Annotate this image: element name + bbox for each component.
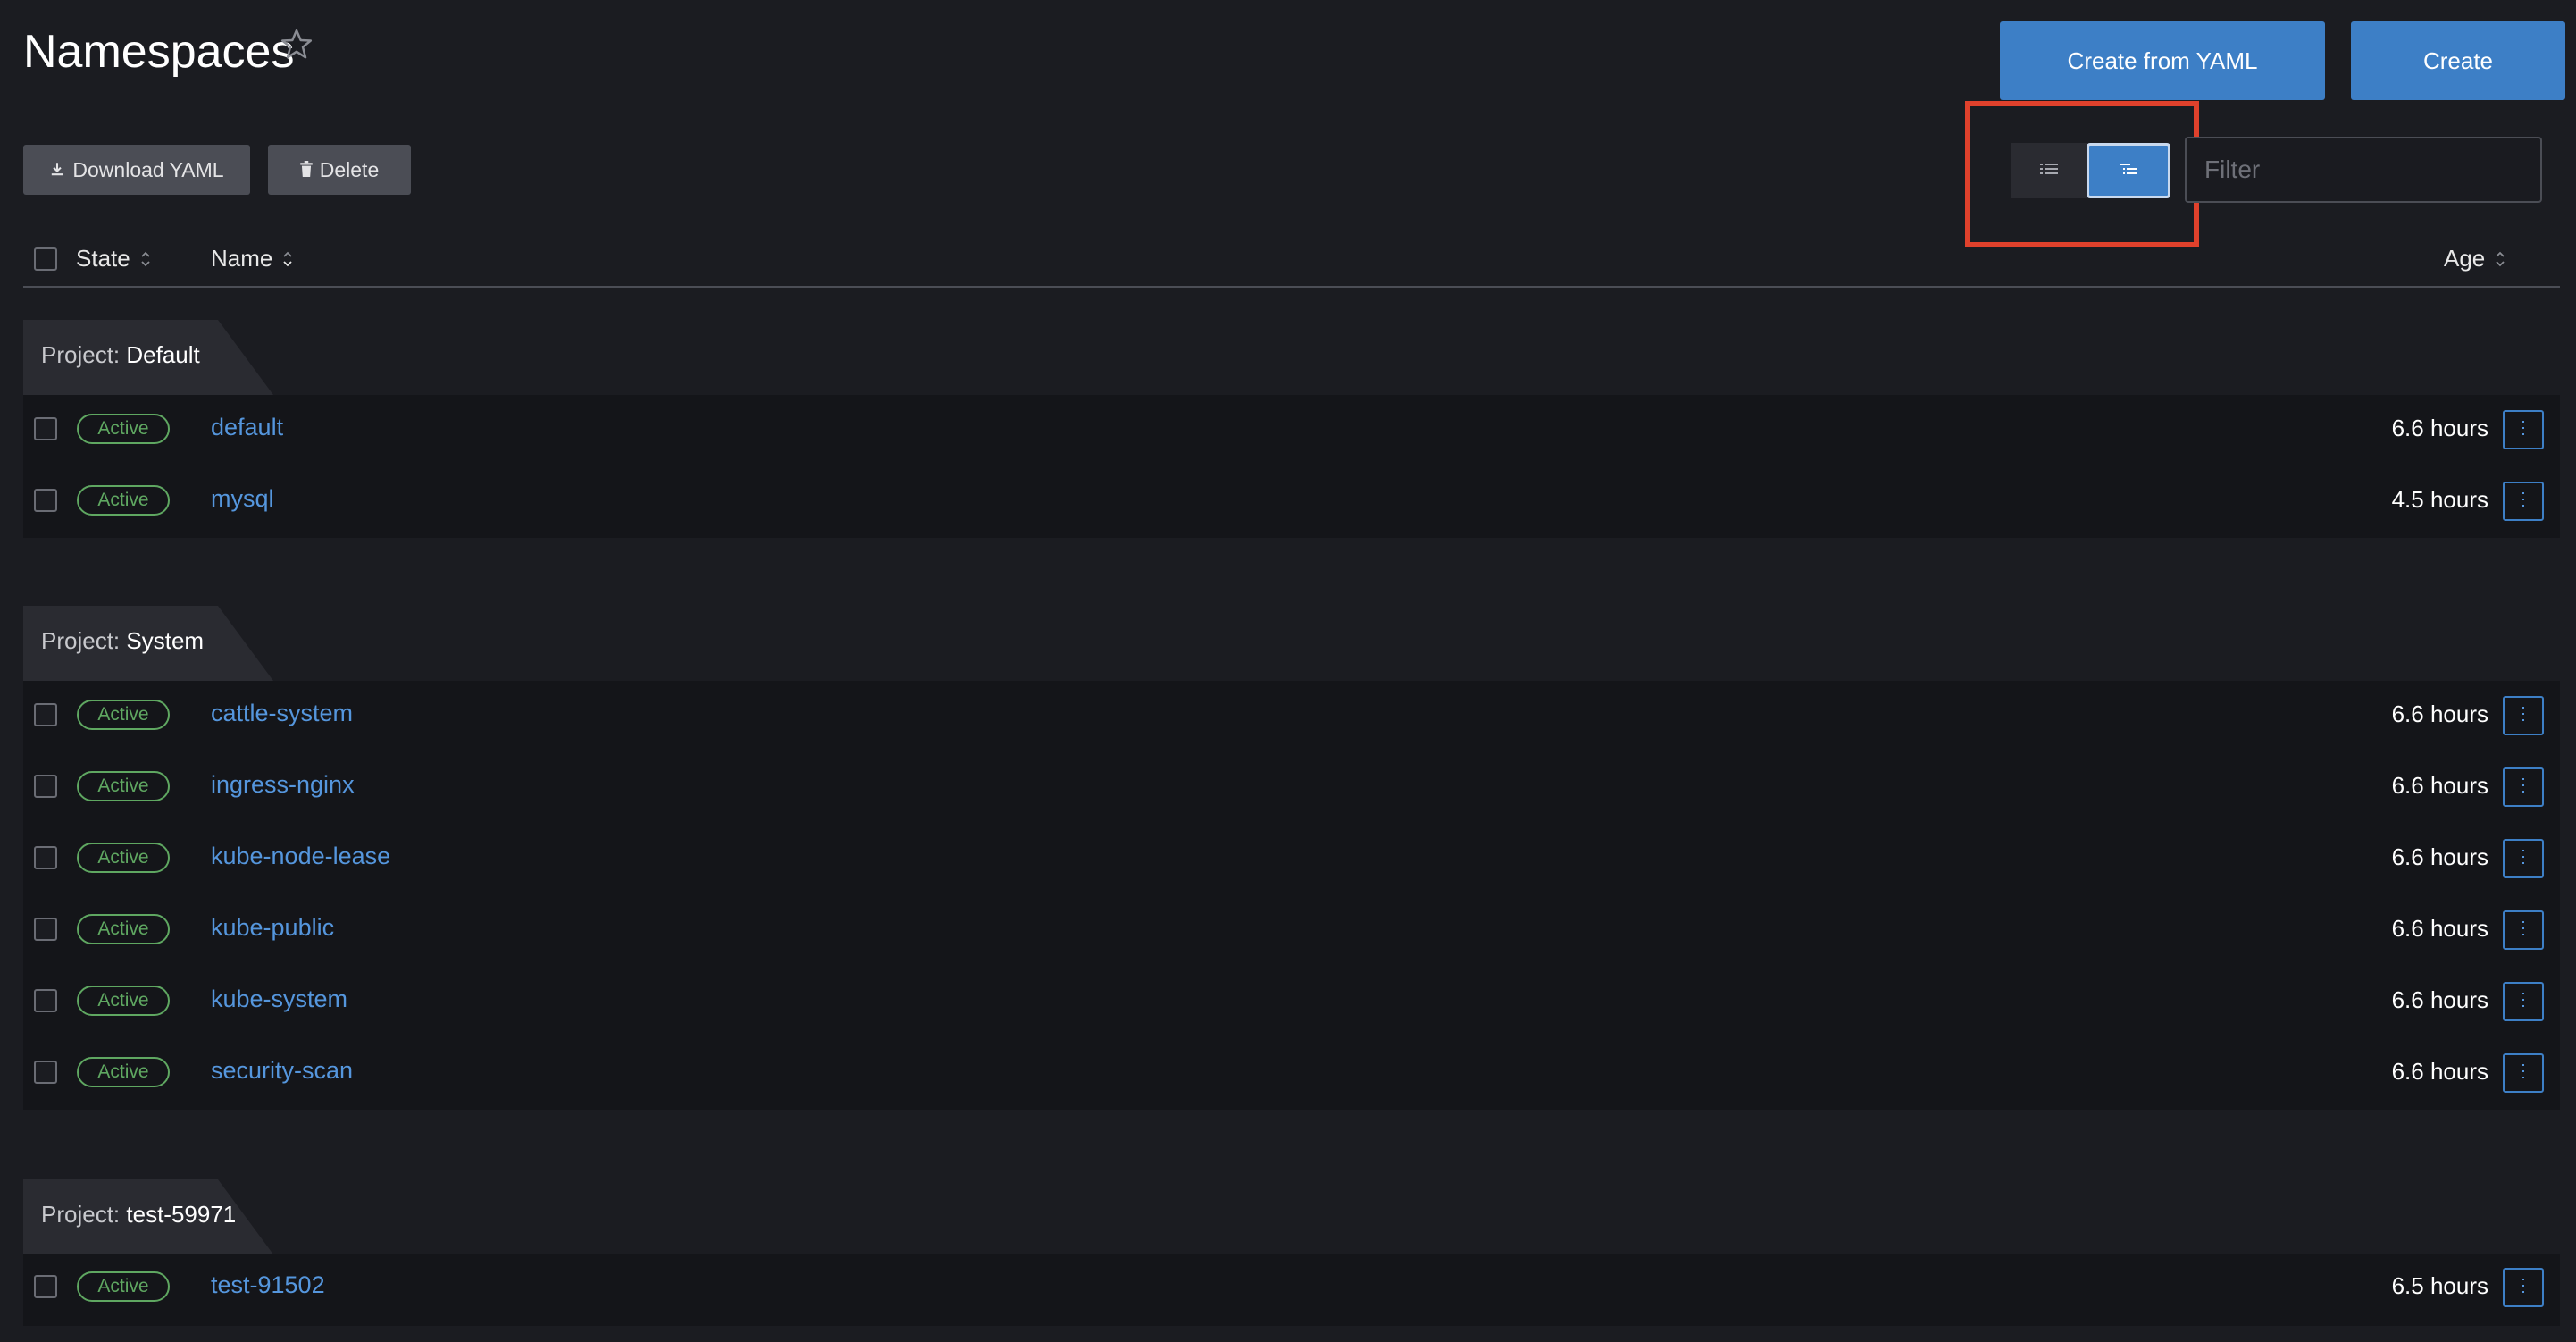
create-from-yaml-button[interactable]: Create from YAML [2000,21,2325,100]
table-row: Active kube-node-lease 6.6 hours [23,823,2560,894]
download-yaml-label: Download YAML [72,157,224,181]
kebab-icon [2522,992,2525,1012]
table-header-divider [23,286,2560,288]
row-checkbox[interactable] [34,918,57,941]
namespace-link[interactable]: kube-node-lease [211,843,390,870]
age-column-label: Age [2444,245,2486,272]
age-value: 6.6 hours [2391,986,2488,1013]
star-icon[interactable] [279,27,314,63]
trash-icon [300,158,313,182]
group-name: Default [126,341,200,368]
row-checkbox[interactable] [34,989,57,1012]
status-badge: Active [77,485,170,516]
age-value: 6.6 hours [2391,1058,2488,1085]
grouped-list-view-button[interactable] [2087,143,2170,198]
table-row: Active cattle-system 6.6 hours [23,680,2560,751]
group-header-default: Project: Default [23,320,273,395]
row-actions-button[interactable] [2503,696,2544,735]
age-column-header[interactable]: Age [2444,245,2506,273]
kebab-icon [2522,920,2525,941]
kebab-icon [2522,1063,2525,1084]
group-header-test-59971: Project: test-59971 [23,1179,273,1254]
table-row: Active mysql 4.5 hours [23,466,2560,537]
row-actions-button[interactable] [2503,839,2544,878]
download-icon [49,158,65,182]
filter-input[interactable] [2185,137,2542,203]
group-prefix: Project: [41,1201,121,1228]
table-row: Active kube-public 6.6 hours [23,894,2560,966]
status-badge: Active [77,771,170,801]
flat-list-icon [2040,162,2058,180]
row-checkbox[interactable] [34,417,57,440]
row-checkbox[interactable] [34,1061,57,1084]
view-mode-toggle [2011,143,2170,198]
kebab-icon [2522,849,2525,869]
sort-icon [2494,249,2506,269]
row-checkbox[interactable] [34,489,57,512]
grouped-list-icon [2120,162,2137,180]
table-row: Active ingress-nginx 6.6 hours [23,751,2560,823]
row-actions-button[interactable] [2503,910,2544,950]
status-badge: Active [77,1057,170,1087]
group-prefix: Project: [41,627,121,654]
namespace-link[interactable]: kube-system [211,986,347,1013]
row-checkbox[interactable] [34,1275,57,1298]
age-value: 6.6 hours [2391,915,2488,942]
row-actions-button[interactable] [2503,1053,2544,1093]
name-column-header[interactable]: Name [211,245,294,273]
table-row: Active default 6.6 hours [23,394,2560,466]
name-column-label: Name [211,245,273,272]
kebab-icon [2522,420,2525,440]
row-actions-button[interactable] [2503,1268,2544,1307]
row-checkbox[interactable] [34,775,57,798]
age-value: 6.5 hours [2391,1272,2488,1299]
flat-list-view-button[interactable] [2011,143,2087,198]
state-column-header[interactable]: State [76,245,152,273]
delete-button[interactable]: Delete [268,145,411,195]
row-checkbox[interactable] [34,703,57,726]
select-all-checkbox[interactable] [34,247,57,271]
status-badge: Active [77,914,170,944]
age-value: 6.6 hours [2391,772,2488,799]
status-badge: Active [77,1271,170,1302]
group-prefix: Project: [41,341,121,368]
namespace-link[interactable]: cattle-system [211,700,353,727]
row-actions-button[interactable] [2503,982,2544,1021]
row-checkbox[interactable] [34,846,57,869]
kebab-icon [2522,491,2525,512]
age-value: 6.6 hours [2391,700,2488,727]
delete-label: Delete [319,157,380,181]
create-button[interactable]: Create [2351,21,2565,100]
namespace-link[interactable]: test-91502 [211,1271,325,1299]
group-header-system: Project: System [23,606,273,681]
status-badge: Active [77,986,170,1016]
namespace-link[interactable]: mysql [211,485,274,513]
namespace-link[interactable]: ingress-nginx [211,771,355,799]
table-row: Active test-91502 6.5 hours [23,1252,2560,1323]
table-row: Active security-scan 6.6 hours [23,1037,2560,1109]
kebab-icon [2522,1278,2525,1298]
kebab-icon [2522,706,2525,726]
page-title: Namespaces [23,26,295,78]
state-column-label: State [76,245,130,272]
sort-icon [139,249,152,269]
age-value: 4.5 hours [2391,486,2488,513]
status-badge: Active [77,700,170,730]
table-row: Active kube-system 6.6 hours [23,966,2560,1037]
download-yaml-button[interactable]: Download YAML [23,145,250,195]
age-value: 6.6 hours [2391,415,2488,441]
kebab-icon [2522,777,2525,798]
group-name: test-59971 [126,1201,237,1228]
age-value: 6.6 hours [2391,843,2488,870]
row-actions-button[interactable] [2503,767,2544,807]
row-actions-button[interactable] [2503,410,2544,449]
status-badge: Active [77,843,170,873]
status-badge: Active [77,414,170,444]
namespace-link[interactable]: default [211,414,283,441]
namespace-link[interactable]: security-scan [211,1057,353,1085]
row-actions-button[interactable] [2503,482,2544,521]
group-name: System [126,627,205,654]
namespace-link[interactable]: kube-public [211,914,334,942]
sort-icon [281,249,294,269]
